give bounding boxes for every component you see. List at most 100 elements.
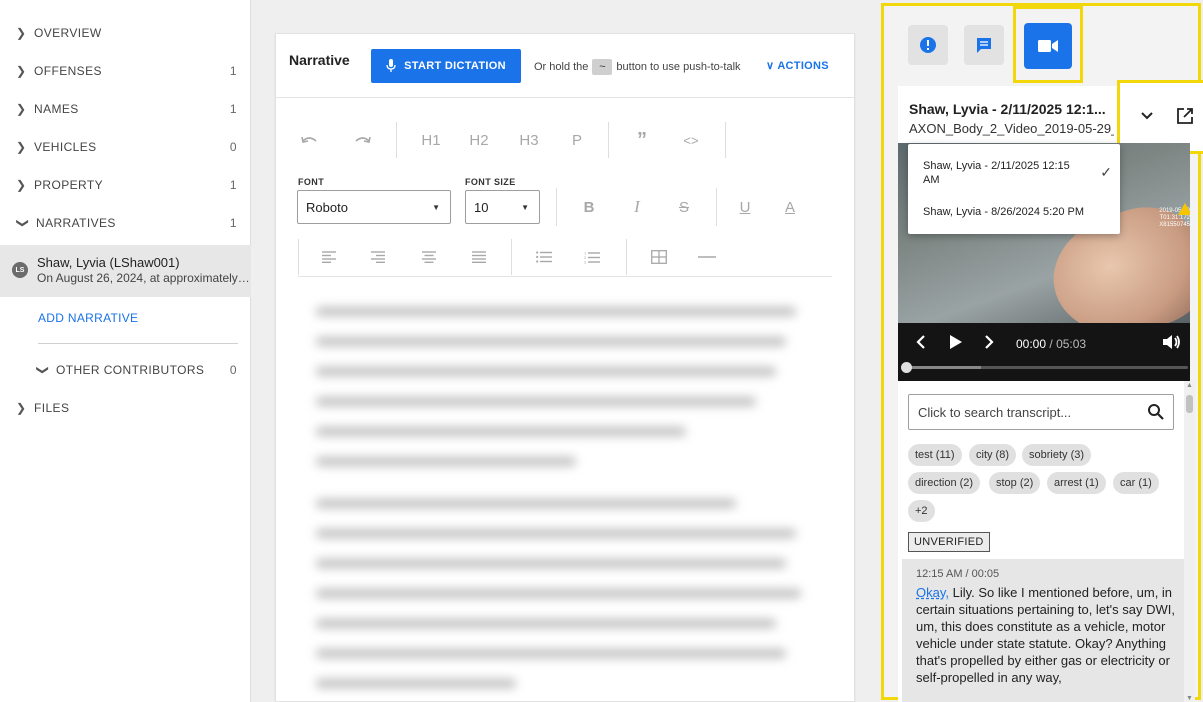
segment-text: Okay, Lily. So like I mentioned before, … (916, 584, 1178, 686)
italic-button[interactable]: I (626, 196, 648, 218)
check-icon: ✓ (1100, 164, 1112, 180)
align-justify-icon[interactable] (468, 246, 490, 268)
volume-icon[interactable] (1163, 334, 1181, 353)
dropdown-item[interactable]: Shaw, Lyvia - 8/26/2024 5:20 PM (923, 205, 1113, 219)
divider (298, 276, 832, 277)
keyword-chip[interactable]: stop (2) (989, 472, 1041, 494)
start-dictation-button[interactable]: START DICTATION (371, 49, 521, 83)
playback-time: 00:00 / 05:03 (1016, 337, 1086, 351)
scroll-down-icon[interactable]: ▼ (1186, 695, 1193, 702)
video-filename: AXON_Body_2_Video_2019-05-29_... (909, 121, 1114, 136)
narrative-preview: On August 26, 2024, at approximately 10.… (37, 271, 251, 285)
dropdown-item[interactable]: Shaw, Lyvia - 2/11/2025 12:15 AM (923, 159, 1073, 187)
font-value: Roboto (306, 199, 348, 215)
editor-header: Narrative START DICTATION Or hold the ~ … (276, 34, 854, 98)
keyword-chip[interactable]: city (8) (969, 444, 1016, 466)
bold-button[interactable]: B (578, 196, 600, 218)
code-icon[interactable]: <> (678, 129, 704, 151)
chevron-right-icon: ❯ (16, 401, 27, 415)
video-select-dropdown: Shaw, Lyvia - 2/11/2025 12:15 AM ✓ Shaw,… (908, 144, 1120, 234)
heading1-button[interactable]: H1 (418, 129, 444, 151)
previous-icon[interactable] (916, 335, 926, 352)
keyword-chip[interactable]: +2 (908, 500, 935, 522)
section-label: OFFENSES (34, 64, 102, 78)
table-icon[interactable] (648, 246, 670, 268)
add-narrative-link[interactable]: ADD NARRATIVE (38, 311, 138, 325)
text-color-button[interactable]: A (779, 196, 801, 218)
segment-timestamp: 12:15 AM / 00:05 (916, 568, 1000, 580)
chevron-right-icon: ❯ (16, 178, 27, 192)
section-vehicles[interactable]: ❯ VEHICLES 0 (0, 128, 251, 166)
section-files[interactable]: ❯ FILES (0, 389, 251, 427)
quote-icon[interactable]: ” (631, 129, 653, 151)
section-count: 1 (229, 102, 237, 116)
numbered-list-icon[interactable]: 123 (581, 246, 603, 268)
video-tab[interactable] (1024, 23, 1072, 69)
align-right-icon[interactable] (367, 246, 389, 268)
section-label: NAMES (34, 102, 79, 116)
seek-handle[interactable] (901, 362, 912, 373)
divider (608, 122, 609, 158)
divider (511, 239, 512, 275)
video-camera-icon (1038, 40, 1058, 52)
align-center-icon[interactable] (418, 246, 440, 268)
play-icon[interactable] (950, 335, 962, 352)
video-tab-highlight (1013, 6, 1083, 83)
section-names[interactable]: ❯ NAMES 1 (0, 90, 251, 128)
transcript-segment[interactable]: 12:15 AM / 00:05 Okay, Lily. So like I m… (902, 559, 1184, 702)
left-sidebar: ❯ OVERVIEW ❯ OFFENSES 1 ❯ NAMES 1 ❯ VEHI… (0, 0, 251, 702)
caret-down-icon: ▼ (432, 202, 440, 212)
transcript-search-input[interactable] (909, 395, 1139, 429)
divider (716, 188, 717, 226)
align-left-icon[interactable] (318, 246, 340, 268)
section-offenses[interactable]: ❯ OFFENSES 1 (0, 52, 251, 90)
keyword-chip[interactable]: direction (2) (908, 472, 981, 494)
unverified-badge: UNVERIFIED (908, 532, 990, 552)
actions-label: ACTIONS (777, 60, 829, 72)
bullet-list-icon[interactable] (533, 246, 555, 268)
heading2-button[interactable]: H2 (466, 129, 492, 151)
video-title: Shaw, Lyvia - 2/11/2025 12:1... (909, 101, 1106, 117)
actions-menu[interactable]: ∨ ACTIONS (766, 59, 829, 72)
chevron-right-icon: ❯ (16, 140, 27, 154)
narrative-body-blurred[interactable] (316, 299, 816, 699)
push-to-talk-hint: Or hold the ~ button to use push-to-talk (534, 59, 741, 75)
chevron-down-icon[interactable] (1134, 103, 1160, 129)
section-property[interactable]: ❯ PROPERTY 1 (0, 166, 251, 204)
narrative-item[interactable]: LS Shaw, Lyvia (LShaw001) On August 26, … (0, 245, 251, 297)
comments-tab[interactable] (964, 25, 1004, 65)
seek-bar[interactable] (901, 362, 1188, 373)
divider (556, 188, 557, 226)
keyword-chip[interactable]: car (1) (1113, 472, 1159, 494)
keyword-chip[interactable]: sobriety (3) (1022, 444, 1092, 466)
section-other-contributors[interactable]: ❯ OTHER CONTRIBUTORS 0 (0, 351, 251, 389)
transcript-scrollbar[interactable]: ▲ ▼ (1184, 381, 1195, 702)
warning-icon (1178, 203, 1190, 215)
redo-icon[interactable] (352, 129, 374, 151)
segment-body: Lily. So like I mentioned before, um, in… (916, 585, 1175, 685)
search-icon[interactable] (1147, 403, 1165, 421)
scroll-thumb[interactable] (1186, 395, 1193, 413)
section-overview[interactable]: ❯ OVERVIEW (0, 14, 251, 52)
paragraph-button[interactable]: P (566, 129, 588, 151)
undo-icon[interactable] (298, 129, 320, 151)
strikethrough-button[interactable]: S (673, 196, 695, 218)
scroll-up-icon[interactable]: ▲ (1186, 382, 1193, 389)
next-icon[interactable] (984, 335, 994, 352)
horizontal-rule-icon[interactable] (696, 246, 718, 268)
section-count: 1 (229, 216, 237, 230)
alert-tab[interactable] (908, 25, 948, 65)
font-size-select[interactable]: 10 ▼ (465, 190, 540, 224)
section-narratives[interactable]: ❯ NARRATIVES 1 (0, 204, 251, 242)
open-external-icon[interactable] (1172, 103, 1198, 129)
highlighted-word[interactable]: Okay, (916, 585, 949, 600)
font-size-value: 10 (474, 199, 489, 215)
underline-button[interactable]: U (734, 196, 756, 218)
heading3-button[interactable]: H3 (516, 129, 542, 151)
keyword-chip[interactable]: arrest (1) (1047, 472, 1106, 494)
font-select[interactable]: Roboto ▼ (297, 190, 451, 224)
section-label: OVERVIEW (34, 26, 102, 40)
keyword-chip[interactable]: test (11) (908, 444, 962, 466)
section-label: FILES (34, 401, 70, 415)
divider (38, 343, 238, 344)
